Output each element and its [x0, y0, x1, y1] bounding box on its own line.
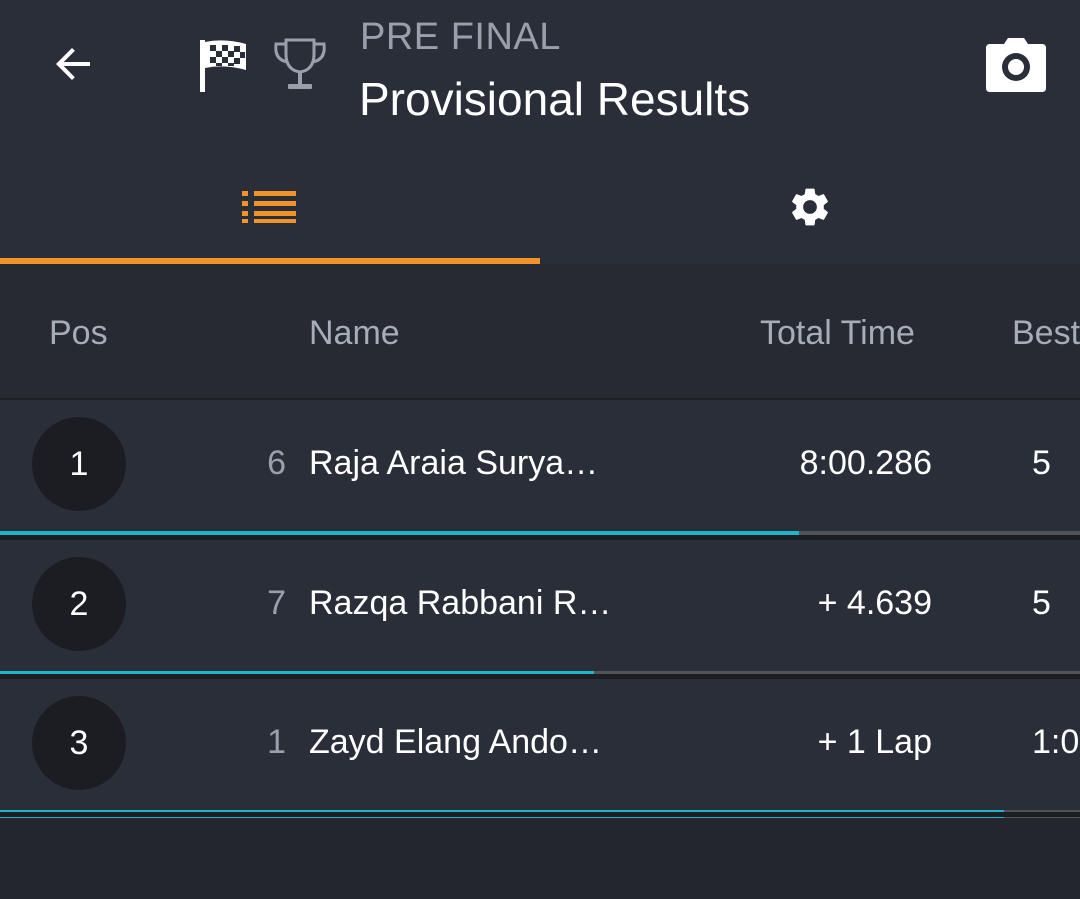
- table-row[interactable]: 2 7 Razqa Rabbani R… + 4.639 5: [0, 540, 1080, 679]
- position-badge: 2: [32, 557, 126, 651]
- kart-number: 6: [267, 444, 286, 482]
- best-lap: 1:0: [1032, 723, 1080, 761]
- page-title: Provisional Results: [359, 73, 751, 125]
- column-header-pos[interactable]: Pos: [49, 314, 108, 353]
- table-row[interactable]: 1 6 Raja Araia Surya… 8:00.286 5: [0, 400, 1080, 539]
- back-button[interactable]: [44, 34, 104, 94]
- tab-results-list[interactable]: [0, 150, 540, 264]
- results-screen: PRE FINAL Provisional Results Pos Name T…: [0, 0, 1080, 899]
- camera-button[interactable]: [984, 36, 1048, 94]
- session-label: PRE FINAL: [360, 16, 561, 58]
- row-divider: [0, 812, 1080, 817]
- trophy-icon: [274, 38, 326, 89]
- app-bar: PRE FINAL Provisional Results: [0, 0, 1080, 264]
- checkered-flag-icon: [200, 40, 246, 92]
- driver-name: Raja Araia Surya…: [309, 444, 599, 482]
- results-table-header: Pos Name Total Time Best: [0, 264, 1080, 400]
- arrow-left-icon: [56, 48, 90, 80]
- camera-icon: [986, 38, 1046, 92]
- best-lap: 5: [1032, 444, 1051, 482]
- list-icon: [242, 191, 296, 223]
- total-time: 8:00.286: [799, 444, 932, 482]
- position-badge: 3: [32, 696, 126, 790]
- total-time: + 1 Lap: [817, 723, 932, 761]
- gear-icon: [792, 188, 828, 226]
- column-header-name[interactable]: Name: [309, 314, 400, 353]
- best-lap: 5: [1032, 584, 1051, 622]
- driver-name: Razqa Rabbani R…: [309, 584, 612, 622]
- table-row[interactable]: 3 1 Zayd Elang Ando… + 1 Lap 1:0: [0, 679, 1080, 818]
- kart-number: 7: [267, 584, 286, 622]
- column-header-best[interactable]: Best: [1012, 314, 1080, 353]
- position-badge: 1: [32, 417, 126, 511]
- tab-settings[interactable]: [540, 150, 1080, 264]
- column-header-total-time[interactable]: Total Time: [760, 314, 915, 353]
- kart-number: 1: [267, 723, 286, 761]
- total-time: + 4.639: [817, 584, 932, 622]
- driver-name: Zayd Elang Ando…: [309, 723, 602, 761]
